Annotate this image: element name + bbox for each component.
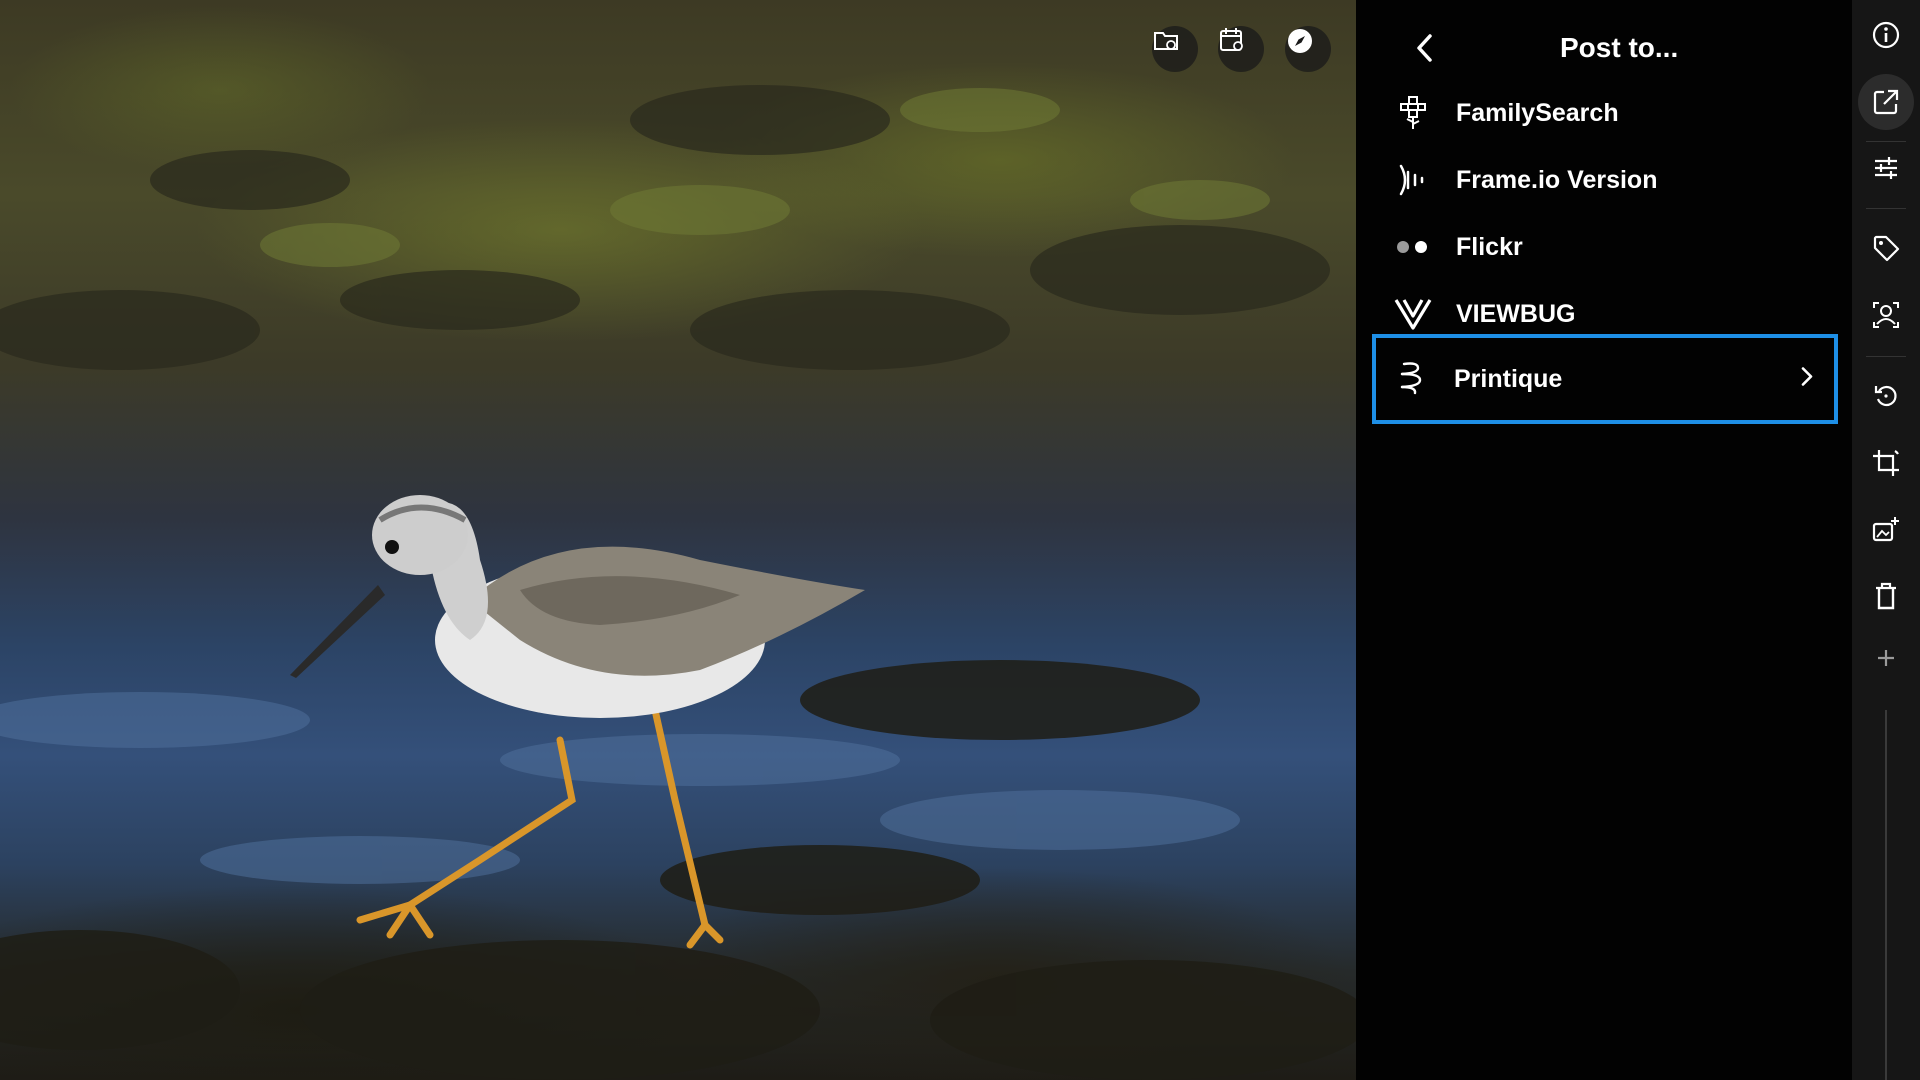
compass-icon (1288, 29, 1312, 53)
printique-icon (1391, 359, 1431, 399)
add-button[interactable] (1858, 630, 1914, 686)
plus-icon (1878, 650, 1894, 666)
rotate-button[interactable] (1858, 368, 1914, 424)
toolbar-scrollbar[interactable] (1885, 710, 1887, 1080)
crop-icon (1873, 450, 1899, 476)
tag-button[interactable] (1858, 220, 1914, 276)
compass-button[interactable] (1285, 26, 1331, 72)
tag-icon (1873, 235, 1900, 262)
folder-settings-icon (1154, 32, 1178, 50)
frameio-icon (1393, 160, 1433, 200)
crop-button[interactable] (1858, 435, 1914, 491)
service-label: Frame.io Version (1456, 165, 1658, 194)
calendar-settings-icon (1220, 28, 1243, 51)
service-printique[interactable]: Printique (1372, 334, 1838, 424)
service-label: Printique (1454, 364, 1563, 393)
delete-button[interactable] (1858, 568, 1914, 624)
service-label: FamilySearch (1456, 98, 1619, 127)
chevron-left-icon (1417, 34, 1432, 62)
service-familysearch[interactable]: FamilySearch (1376, 84, 1834, 142)
panel-title: Post to... (1560, 32, 1679, 63)
share-button[interactable] (1858, 74, 1914, 130)
service-frameio[interactable]: Frame.io Version (1376, 151, 1834, 209)
toolbar-divider (1866, 208, 1906, 209)
service-label: Flickr (1456, 232, 1523, 261)
people-button[interactable] (1858, 287, 1914, 343)
info-icon (1872, 21, 1900, 49)
flickr-dots-icon (1393, 227, 1433, 267)
service-label: VIEWBUG (1456, 299, 1576, 328)
info-button[interactable] (1858, 7, 1914, 63)
familysearch-tree-icon (1393, 93, 1433, 133)
chevron-right-icon (1800, 366, 1814, 393)
rotate-icon (1874, 385, 1897, 407)
image-enhance-icon (1872, 517, 1899, 542)
toolbar-divider (1866, 356, 1906, 357)
trash-icon (1876, 582, 1896, 610)
adjust-button[interactable] (1858, 140, 1914, 196)
calendar-settings-button[interactable] (1218, 26, 1264, 72)
photo-viewer (0, 0, 1356, 1080)
viewbug-icon (1393, 294, 1433, 334)
back-button[interactable] (1403, 26, 1447, 70)
sliders-icon (1875, 157, 1897, 179)
bird-photo (0, 85, 1356, 1080)
share-external-icon (1873, 89, 1899, 115)
enhance-button[interactable] (1858, 502, 1914, 558)
folder-settings-button[interactable] (1152, 26, 1198, 72)
service-viewbug[interactable]: VIEWBUG (1376, 285, 1834, 343)
service-flickr[interactable]: Flickr (1376, 218, 1834, 276)
person-recognize-icon (1873, 302, 1899, 328)
